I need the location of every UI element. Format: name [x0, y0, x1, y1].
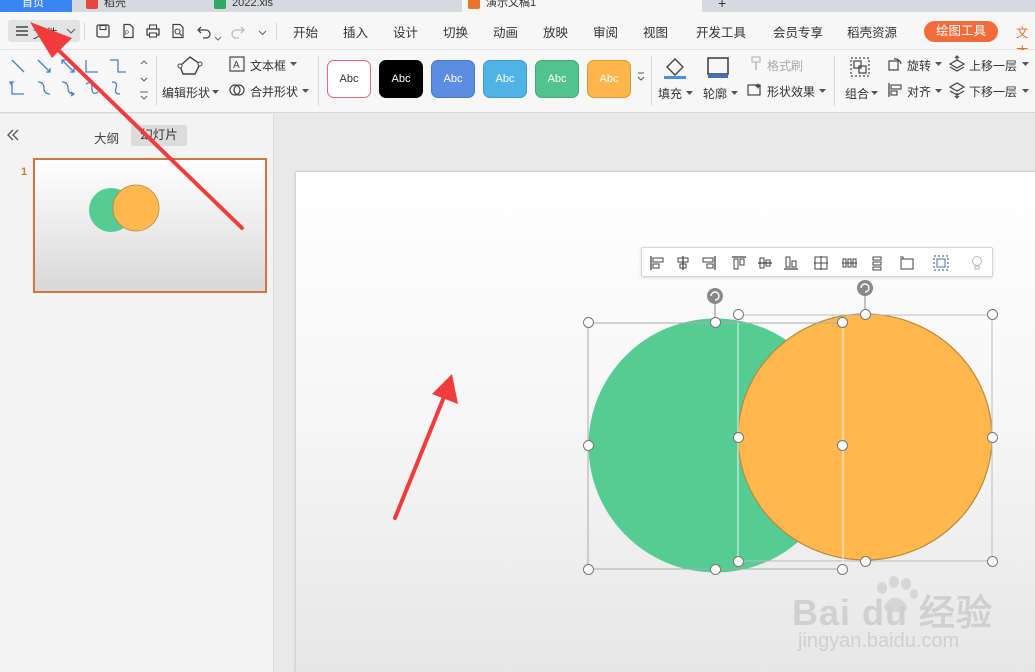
resize-handle[interactable]	[583, 440, 594, 451]
orange-circle[interactable]	[737, 313, 993, 561]
resize-handle[interactable]	[733, 309, 744, 320]
align-left-icon[interactable]	[646, 252, 668, 274]
align-middle-icon[interactable]	[754, 252, 776, 274]
resize-handle[interactable]	[837, 440, 848, 451]
resize-handle[interactable]	[987, 432, 998, 443]
rotate-handle-green[interactable]	[707, 288, 723, 304]
resize-handle[interactable]	[987, 309, 998, 320]
resize-handle[interactable]	[710, 317, 721, 328]
align-center-icon[interactable]	[810, 252, 832, 274]
slide-shapes-layer	[587, 280, 993, 573]
resize-handle[interactable]	[710, 564, 721, 575]
distribute-horizontal-icon[interactable]	[838, 252, 860, 274]
resize-handle[interactable]	[837, 317, 848, 328]
watermark-brand: Bai du 经验	[792, 592, 994, 633]
align-bottom-icon[interactable]	[780, 252, 802, 274]
lightbulb-icon[interactable]	[966, 252, 988, 274]
rotate-handle-orange[interactable]	[857, 280, 873, 296]
align-center-h-icon[interactable]	[672, 252, 694, 274]
align-top-icon[interactable]	[728, 252, 750, 274]
resize-handle[interactable]	[860, 309, 871, 320]
resize-handle[interactable]	[733, 556, 744, 567]
resize-handle[interactable]	[733, 432, 744, 443]
resize-handle[interactable]	[583, 564, 594, 575]
align-right-icon[interactable]	[698, 252, 720, 274]
align-to-slide-icon[interactable]	[896, 252, 918, 274]
group-objects-icon[interactable]	[930, 252, 952, 274]
resize-handle[interactable]	[583, 317, 594, 328]
watermark: Bai du 经验 jingyan.baidu.com	[792, 574, 1032, 670]
resize-handle[interactable]	[987, 556, 998, 567]
distribute-vertical-icon[interactable]	[866, 252, 888, 274]
watermark-url: jingyan.baidu.com	[798, 630, 960, 652]
floating-align-toolbar	[641, 247, 993, 277]
resize-handle[interactable]	[860, 556, 871, 567]
